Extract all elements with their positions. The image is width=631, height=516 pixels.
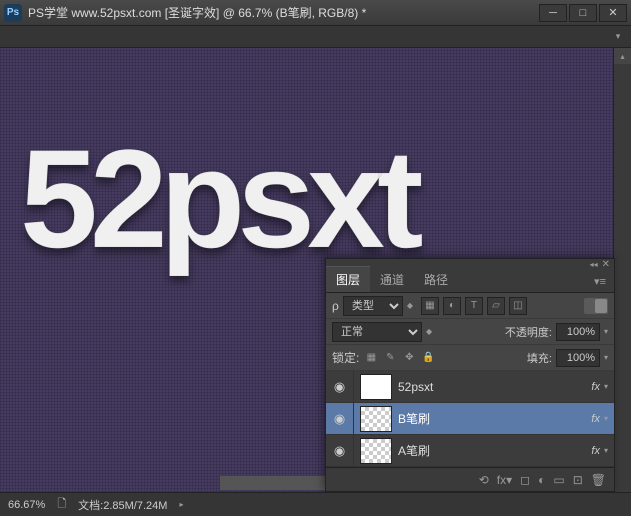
adjustment-icon[interactable]: ◐ bbox=[538, 473, 545, 487]
layer-row[interactable]: ◉ B笔刷 fx ▾ bbox=[326, 403, 614, 435]
fill-label: 填充: bbox=[527, 350, 552, 366]
layer-row[interactable]: ◉ 52psxt fx ▾ bbox=[326, 371, 614, 403]
filter-type-select[interactable]: 类型 bbox=[343, 296, 403, 316]
fx-badge[interactable]: fx bbox=[591, 413, 600, 425]
group-icon[interactable]: ▭ bbox=[553, 473, 564, 487]
canvas-text: 52psxt bbox=[20, 118, 416, 280]
tab-channels[interactable]: 通道 bbox=[370, 267, 414, 292]
trash-icon[interactable]: 🗑 bbox=[591, 473, 606, 487]
lock-trans-icon[interactable]: ▦ bbox=[363, 350, 379, 366]
tab-layers[interactable]: 图层 bbox=[326, 266, 370, 292]
fx-icon[interactable]: fx▾ bbox=[497, 473, 512, 487]
chevron-down-icon[interactable]: ▾ bbox=[604, 382, 608, 391]
filter-adjust-icon[interactable]: ◐ bbox=[443, 297, 461, 315]
layers-panel: ◂◂ ✕ 图层 通道 路径 ▾≡ ρ 类型 ◆ ▦ ◐ T ▱ ◫ 正常 ◆ 不… bbox=[325, 258, 615, 492]
panel-menu-icon[interactable]: ▾≡ bbox=[586, 271, 614, 292]
status-icon[interactable]: 🗋 bbox=[57, 495, 66, 514]
close-button[interactable]: ✕ bbox=[599, 4, 627, 22]
maximize-button[interactable]: □ bbox=[569, 4, 597, 22]
status-bar: 66.67% 🗋 文档:2.85M/7.24M ▸ bbox=[0, 492, 631, 516]
fx-badge[interactable]: fx bbox=[591, 445, 600, 457]
link-icon[interactable]: ⟲ bbox=[479, 473, 489, 487]
panel-close-icon[interactable]: ✕ bbox=[602, 259, 610, 270]
filter-shape-icon[interactable]: ▱ bbox=[487, 297, 505, 315]
layer-thumbnail[interactable] bbox=[360, 438, 392, 464]
vertical-scrollbar[interactable]: ▴ bbox=[613, 48, 631, 492]
lock-move-icon[interactable]: ✥ bbox=[401, 350, 417, 366]
chevron-down-icon[interactable]: ▾ bbox=[604, 353, 608, 362]
window-title: PS学堂 www.52psxt.com [圣诞字效] @ 66.7% (B笔刷,… bbox=[28, 4, 539, 21]
window-controls: ─ □ ✕ bbox=[539, 4, 627, 22]
chevron-left-icon[interactable]: ◂◂ bbox=[590, 260, 598, 269]
new-layer-icon[interactable]: ⊡ bbox=[573, 473, 583, 487]
chevron-down-icon[interactable]: ▾ bbox=[604, 414, 608, 423]
layer-name: A笔刷 bbox=[398, 442, 591, 459]
layer-name: B笔刷 bbox=[398, 410, 591, 427]
collapse-icon[interactable]: ▾ bbox=[611, 30, 625, 44]
chevron-down-icon[interactable]: ▾ bbox=[604, 327, 608, 336]
blend-row: 正常 ◆ 不透明度: ▾ bbox=[326, 319, 614, 345]
eye-icon[interactable]: ◉ bbox=[326, 435, 354, 466]
layer-thumbnail[interactable] bbox=[360, 374, 392, 400]
title-bar: Ps PS学堂 www.52psxt.com [圣诞字效] @ 66.7% (B… bbox=[0, 0, 631, 26]
chevron-right-icon[interactable]: ▸ bbox=[179, 500, 183, 509]
app-icon: Ps bbox=[4, 4, 22, 22]
scroll-up-icon[interactable]: ▴ bbox=[614, 48, 631, 64]
filter-pixel-icon[interactable]: ▦ bbox=[421, 297, 439, 315]
opacity-input[interactable] bbox=[556, 323, 600, 341]
panel-tabs: 图层 通道 路径 ▾≡ bbox=[326, 269, 614, 293]
filter-row: ρ 类型 ◆ ▦ ◐ T ▱ ◫ bbox=[326, 293, 614, 319]
blend-mode-select[interactable]: 正常 bbox=[332, 322, 422, 342]
filter-type-icon[interactable]: T bbox=[465, 297, 483, 315]
filter-smart-icon[interactable]: ◫ bbox=[509, 297, 527, 315]
layer-list: ◉ 52psxt fx ▾ ◉ B笔刷 fx ▾ ◉ A笔刷 fx ▾ bbox=[326, 371, 614, 467]
mask-icon[interactable]: ◻ bbox=[520, 473, 530, 487]
filter-toggle[interactable] bbox=[584, 298, 608, 314]
layer-name: 52psxt bbox=[398, 380, 591, 394]
fill-input[interactable] bbox=[556, 349, 600, 367]
eye-icon[interactable]: ◉ bbox=[326, 371, 354, 402]
lock-icons: ▦ ✎ ✥ 🔒 bbox=[363, 350, 436, 366]
lock-paint-icon[interactable]: ✎ bbox=[382, 350, 398, 366]
lock-all-icon[interactable]: 🔒 bbox=[420, 350, 436, 366]
minimize-button[interactable]: ─ bbox=[539, 4, 567, 22]
eye-icon[interactable]: ◉ bbox=[326, 403, 354, 434]
panel-footer: ⟲ fx▾ ◻ ◐ ▭ ⊡ 🗑 bbox=[326, 467, 614, 491]
doc-size: 文档:2.85M/7.24M bbox=[78, 497, 167, 513]
layer-thumbnail[interactable] bbox=[360, 406, 392, 432]
chevron-down-icon[interactable]: ▾ bbox=[604, 446, 608, 455]
lock-row: 锁定: ▦ ✎ ✥ 🔒 填充: ▾ bbox=[326, 345, 614, 371]
layer-row[interactable]: ◉ A笔刷 fx ▾ bbox=[326, 435, 614, 467]
fx-badge[interactable]: fx bbox=[591, 381, 600, 393]
lock-label: 锁定: bbox=[332, 349, 359, 366]
zoom-level[interactable]: 66.67% bbox=[8, 499, 45, 511]
tab-paths[interactable]: 路径 bbox=[414, 267, 458, 292]
opacity-label: 不透明度: bbox=[505, 324, 552, 340]
filter-icons: ▦ ◐ T ▱ ◫ bbox=[421, 297, 527, 315]
document-tab-bar: ▾ bbox=[0, 26, 631, 48]
